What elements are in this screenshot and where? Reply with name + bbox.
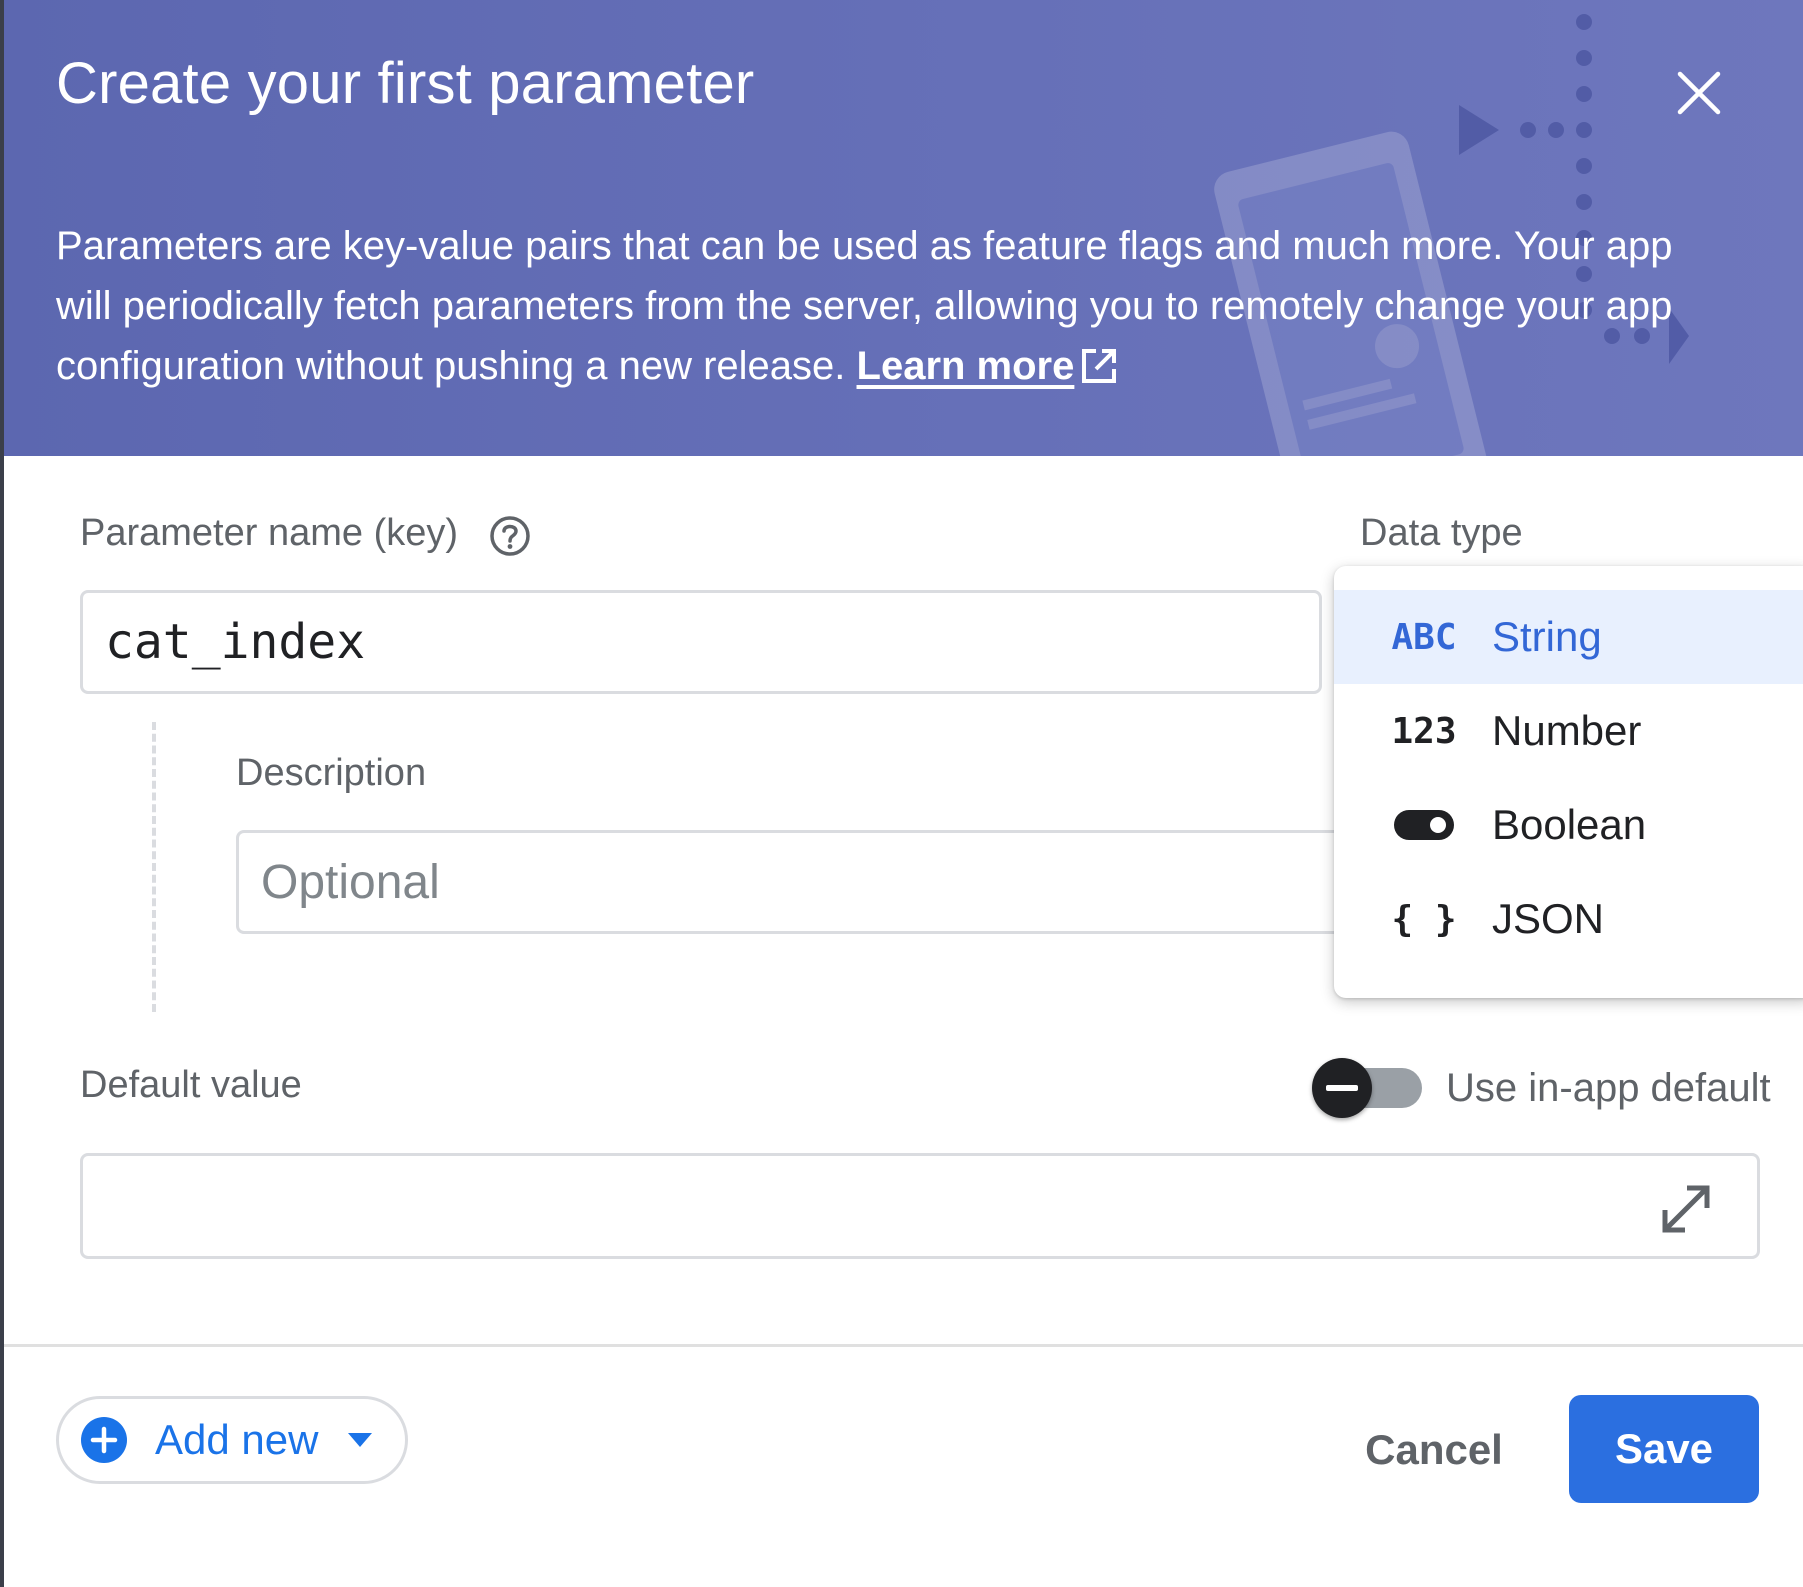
parameter-name-input[interactable] xyxy=(80,590,1322,694)
data-type-option-json[interactable]: { } JSON xyxy=(1334,872,1803,966)
close-button[interactable] xyxy=(1664,58,1734,128)
add-circle-icon xyxy=(81,1417,127,1463)
abc-icon: ABC xyxy=(1391,616,1457,658)
learn-more-link[interactable]: Learn more xyxy=(857,344,1119,388)
close-icon xyxy=(1677,71,1721,115)
add-new-button[interactable]: Add new xyxy=(56,1396,408,1484)
use-in-app-default-label: Use in-app default xyxy=(1446,1066,1771,1110)
data-type-menu: ABC String 123 Number Boolean { } JSON xyxy=(1334,566,1803,998)
add-new-label: Add new xyxy=(155,1416,319,1463)
intro-text: Parameters are key-value pairs that can … xyxy=(56,216,1676,396)
data-type-option-label: JSON xyxy=(1492,895,1605,942)
data-type-option-string[interactable]: ABC String xyxy=(1334,590,1803,684)
data-type-option-label: Boolean xyxy=(1492,801,1647,848)
number-icon: 123 xyxy=(1391,710,1457,752)
data-type-option-number[interactable]: 123 Number xyxy=(1334,684,1803,778)
data-type-label: Data type xyxy=(1360,512,1523,554)
expand-icon[interactable] xyxy=(1655,1178,1717,1240)
save-button[interactable]: Save xyxy=(1569,1395,1759,1503)
caret-down-icon xyxy=(348,1433,373,1447)
braces-icon: { } xyxy=(1391,898,1457,940)
footer-divider xyxy=(4,1344,1803,1347)
create-parameter-dialog: Create your first parameter Parameters a… xyxy=(0,0,1803,1587)
help-icon[interactable] xyxy=(488,514,532,558)
dialog-title: Create your first parameter xyxy=(56,51,755,116)
learn-more-label: Learn more xyxy=(856,344,1075,388)
data-type-option-label: Number xyxy=(1492,707,1642,754)
use-in-app-default-toggle[interactable] xyxy=(1312,1058,1424,1118)
default-value-input[interactable] xyxy=(80,1153,1760,1259)
toggle-icon xyxy=(1384,809,1464,841)
description-divider xyxy=(152,722,156,1012)
cancel-button[interactable]: Cancel xyxy=(1344,1410,1524,1490)
dialog-header: Create your first parameter Parameters a… xyxy=(4,0,1803,456)
parameter-name-label: Parameter name (key) xyxy=(80,512,459,554)
description-label: Description xyxy=(236,752,427,794)
data-type-option-label: String xyxy=(1492,613,1602,660)
open-in-new-icon xyxy=(1082,349,1117,383)
default-value-label: Default value xyxy=(80,1064,302,1106)
data-type-option-boolean[interactable]: Boolean xyxy=(1334,778,1803,872)
minus-icon xyxy=(1312,1058,1372,1118)
